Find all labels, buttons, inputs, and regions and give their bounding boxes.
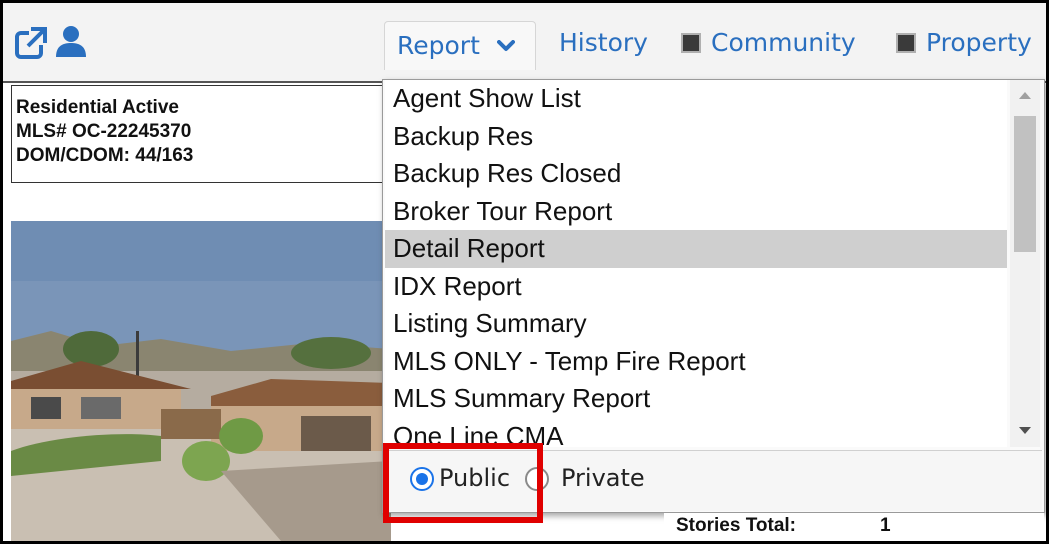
tab-report[interactable]: Report [384,21,536,70]
listing-status: Residential Active [16,97,179,118]
chevron-down-icon [497,40,515,51]
report-item-mls-summary-report[interactable]: MLS Summary Report [385,380,1007,418]
tab-report-label: Report [397,31,480,60]
stories-total-label: Stories Total: [676,515,796,536]
property-icon [896,33,916,53]
toolbar: Report History Community Property [3,3,1046,83]
report-list-scrollbar[interactable] [1010,80,1040,447]
scrollbar-thumb[interactable] [1014,116,1036,252]
report-item-idx-report[interactable]: IDX Report [385,268,1007,306]
listing-window: Report History Community Property Reside… [0,0,1049,544]
report-item-mls-only-temp-fire-report[interactable]: MLS ONLY - Temp Fire Report [385,343,1007,381]
tab-property[interactable]: Property [896,23,1032,63]
tab-property-label: Property [926,28,1032,57]
external-link-icon[interactable] [13,25,49,61]
property-photo[interactable] [11,221,391,541]
listing-info-box: Residential Active MLS# OC-22245370 DOM/… [11,85,383,183]
tab-history[interactable]: History [559,23,648,63]
stories-total-value: 1 [880,515,891,536]
report-list: Agent Show List Backup Res Backup Res Cl… [385,80,1007,447]
community-icon [681,33,701,53]
report-item-detail-report[interactable]: Detail Report [385,230,1007,268]
report-item-backup-res-closed[interactable]: Backup Res Closed [385,155,1007,193]
report-item-agent-show-list[interactable]: Agent Show List [385,80,1007,118]
report-item-listing-summary[interactable]: Listing Summary [385,305,1007,343]
listing-mls-number: MLS# OC-22245370 [16,121,192,142]
user-icon[interactable] [53,23,89,59]
private-radio-label[interactable]: Private [561,464,645,492]
scroll-up-icon[interactable] [1019,92,1031,99]
report-item-backup-res[interactable]: Backup Res [385,118,1007,156]
tab-history-label: History [559,28,648,57]
report-item-broker-tour-report[interactable]: Broker Tour Report [385,193,1007,231]
listing-dom: DOM/CDOM: 44/163 [16,145,194,166]
tab-community-label: Community [711,28,856,57]
stories-total-row: Stories Total: 1 [664,513,1044,541]
public-option-highlight [383,443,543,523]
scroll-down-icon[interactable] [1019,427,1031,434]
tab-community[interactable]: Community [681,23,856,63]
